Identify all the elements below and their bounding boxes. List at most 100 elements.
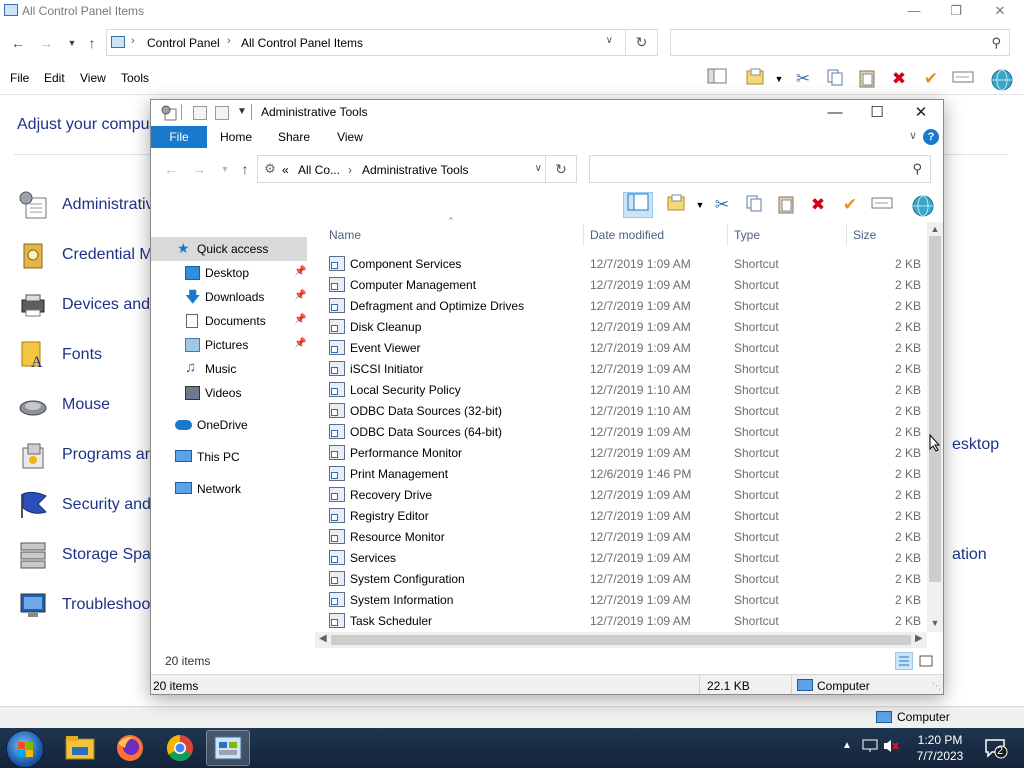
column-divider[interactable] <box>727 224 728 246</box>
scroll-thumb[interactable] <box>331 635 911 645</box>
chevron-right-icon[interactable]: › <box>227 35 231 47</box>
breadcrumb-administrative-tools[interactable]: Administrative Tools <box>362 163 469 177</box>
nav-item-onedrive[interactable]: OneDrive <box>151 413 307 437</box>
file-row[interactable]: Services 12/7/2019 1:09 AM Shortcut 2 KB <box>315 547 927 568</box>
scroll-down-icon[interactable]: ▼ <box>927 618 943 628</box>
file-row[interactable]: Event Viewer 12/7/2019 1:09 AM Shortcut 2 K… <box>315 337 927 358</box>
close-button[interactable]: ✕ <box>980 2 1020 22</box>
taskbar-file-explorer[interactable] <box>58 730 102 766</box>
check-icon[interactable]: ✔ <box>839 194 861 216</box>
notifications-icon[interactable] <box>984 737 1008 762</box>
forward-button[interactable]: → <box>189 159 209 179</box>
breadcrumb-control-panel[interactable]: Control Panel <box>147 36 220 50</box>
network-icon[interactable] <box>862 739 878 756</box>
nav-item-documents[interactable]: Documents 📌 <box>151 309 307 333</box>
file-row[interactable]: Recovery Drive 12/7/2019 1:09 AM Shortcut 2… <box>315 484 927 505</box>
minimize-button[interactable]: — <box>813 100 857 126</box>
address-bar[interactable]: ⚙ « All Co... › Administrative Tools ∨ <box>257 155 577 183</box>
nav-item-videos[interactable]: Videos <box>151 381 307 405</box>
column-header-date[interactable]: Date modified <box>590 228 664 242</box>
file-row[interactable]: ODBC Data Sources (64-bit) 12/7/2019 1:09… <box>315 421 927 442</box>
nav-item-this-pc[interactable]: This PC <box>151 445 307 469</box>
scroll-up-icon[interactable]: ▲ <box>927 224 943 234</box>
file-row[interactable]: System Information 12/7/2019 1:09 AM Short… <box>315 589 927 610</box>
up-button[interactable]: ↑ <box>82 33 102 53</box>
back-button[interactable]: ← <box>161 159 181 179</box>
menu-tools[interactable]: Tools <box>121 71 149 85</box>
recent-locations-dropdown[interactable]: ▼ <box>215 159 235 179</box>
close-button[interactable]: ✕ <box>899 100 943 126</box>
cp-item-label[interactable]: esktop <box>952 436 999 454</box>
chevron-down-icon[interactable]: ▼ <box>689 194 711 216</box>
check-icon[interactable]: ✔ <box>920 68 942 90</box>
file-row[interactable]: Resource Monitor 12/7/2019 1:09 AM Shortcu… <box>315 526 927 547</box>
cut-icon[interactable]: ✂ <box>792 68 814 90</box>
control-panel-title-bar[interactable]: All Control Panel Items — ❐ ✕ <box>0 0 1024 24</box>
cp-item-label[interactable]: ation <box>952 546 987 564</box>
refresh-button[interactable]: ↻ <box>625 30 657 55</box>
globe-icon[interactable] <box>911 194 934 217</box>
menu-edit[interactable]: Edit <box>44 71 65 85</box>
menu-file[interactable]: File <box>10 71 29 85</box>
chevron-up-icon[interactable]: ▲ <box>842 740 852 751</box>
chevron-down-icon[interactable]: ▼ <box>237 106 247 117</box>
tab-view[interactable]: View <box>327 126 373 148</box>
delete-icon[interactable]: ✖ <box>888 68 910 90</box>
nav-item-music[interactable]: ♫ Music <box>151 357 307 381</box>
back-button[interactable]: ← <box>8 33 28 53</box>
column-header-type[interactable]: Type <box>734 228 760 242</box>
chevron-down-icon[interactable]: ∨ <box>909 129 917 142</box>
preview-pane-icon[interactable] <box>623 192 653 218</box>
column-divider[interactable] <box>846 224 847 246</box>
nav-item-quick-access[interactable]: ★ Quick access <box>151 237 307 261</box>
nav-item-network[interactable]: Network <box>151 477 307 501</box>
up-button[interactable]: ↑ <box>235 159 255 179</box>
rename-icon[interactable] <box>952 68 974 90</box>
chevron-down-icon[interactable]: ▼ <box>768 68 790 90</box>
file-row[interactable]: System Configuration 12/7/2019 1:09 AM Sho… <box>315 568 927 589</box>
clock[interactable]: 1:20 PM 7/7/2023 <box>908 732 972 764</box>
properties-quick-access-icon[interactable] <box>193 106 207 120</box>
forward-button[interactable]: → <box>36 33 56 53</box>
chevron-down-icon[interactable]: ∨ <box>535 163 542 174</box>
recent-locations-dropdown[interactable]: ▼ <box>62 33 82 53</box>
column-header-size[interactable]: Size <box>853 228 876 242</box>
column-divider[interactable] <box>583 224 584 246</box>
resize-grip[interactable]: ⋱ <box>932 681 941 692</box>
rename-icon[interactable] <box>871 194 893 216</box>
globe-icon[interactable] <box>990 68 1013 91</box>
horizontal-scrollbar[interactable]: ◀ ▶ <box>315 632 927 648</box>
taskbar-control-panel[interactable] <box>206 730 250 766</box>
restore-button[interactable]: ❐ <box>936 2 976 22</box>
tab-home[interactable]: Home <box>213 126 259 148</box>
column-header-name[interactable]: Name <box>329 228 361 242</box>
file-row[interactable]: Local Security Policy 12/7/2019 1:10 AM Sh… <box>315 379 927 400</box>
scroll-thumb[interactable] <box>929 236 941 582</box>
chevron-down-icon[interactable]: ∨ <box>606 35 613 46</box>
paste-icon[interactable] <box>775 194 797 216</box>
start-button[interactable] <box>6 730 44 768</box>
help-icon[interactable]: ? <box>923 129 939 145</box>
vertical-scrollbar[interactable]: ▲ ▼ <box>927 222 943 632</box>
properties-icon[interactable] <box>744 68 766 90</box>
file-row[interactable]: Defragment and Optimize Drives 12/7/2019 … <box>315 295 927 316</box>
menu-view[interactable]: View <box>80 71 106 85</box>
nav-item-downloads[interactable]: 🡇 Downloads 📌 <box>151 285 307 309</box>
properties-icon[interactable] <box>665 194 687 216</box>
nav-item-pictures[interactable]: Pictures 📌 <box>151 333 307 357</box>
breadcrumb-all-items[interactable]: All Control Panel Items <box>241 36 363 50</box>
refresh-button[interactable]: ↻ <box>545 155 577 183</box>
taskbar-firefox[interactable] <box>108 730 152 766</box>
explorer-title-bar[interactable]: ▼ Administrative Tools — ☐ ✕ <box>151 100 943 126</box>
new-folder-quick-access-icon[interactable] <box>215 106 229 120</box>
taskbar-chrome[interactable] <box>158 730 202 766</box>
pin-icon[interactable]: 📌 <box>294 314 306 325</box>
file-row[interactable]: Task Scheduler 12/7/2019 1:09 AM Shortcut 2… <box>315 610 927 631</box>
copy-icon[interactable] <box>824 68 846 90</box>
file-row[interactable]: ODBC Data Sources (32-bit) 12/7/2019 1:10… <box>315 400 927 421</box>
file-row[interactable]: Registry Editor 12/7/2019 1:09 AM Shortcut… <box>315 505 927 526</box>
pin-icon[interactable]: 📌 <box>294 338 306 349</box>
search-input[interactable]: ⚲ <box>589 155 931 183</box>
file-row[interactable]: iSCSI Initiator 12/7/2019 1:09 AM Shortcut… <box>315 358 927 379</box>
tab-file[interactable]: File <box>151 126 207 148</box>
